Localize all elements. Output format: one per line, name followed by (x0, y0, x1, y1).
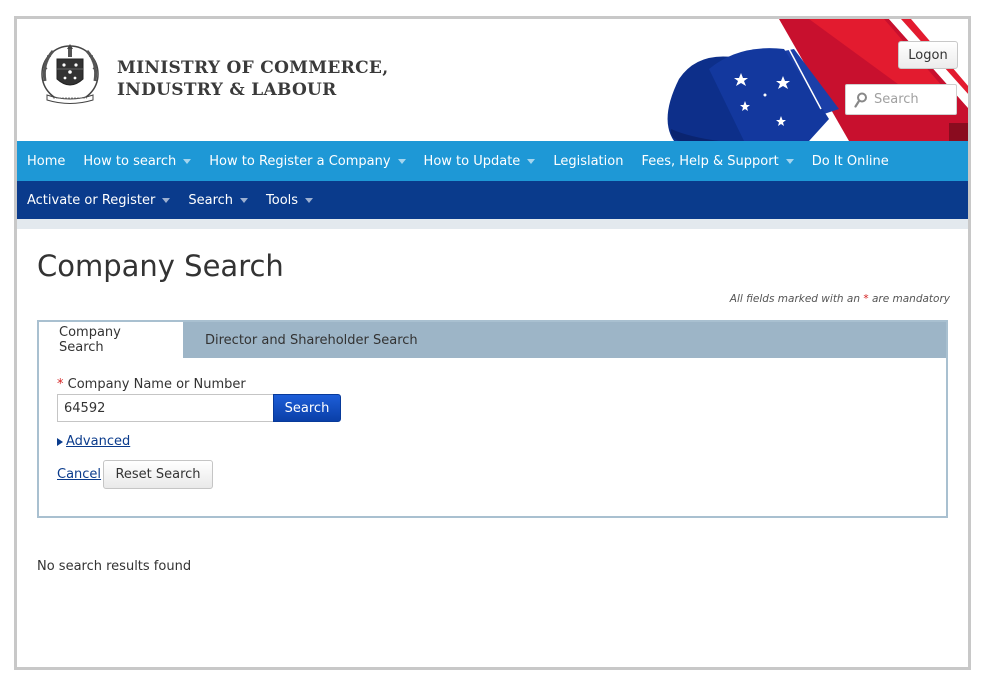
nav-how-to-register[interactable]: How to Register a Company (209, 153, 406, 169)
nav-how-to-search[interactable]: How to search (83, 153, 192, 169)
chevron-down-icon (785, 158, 794, 164)
logon-button[interactable]: Logon (898, 41, 958, 69)
nav-tools-label: Tools (266, 192, 299, 208)
nav-how-to-register-label: How to Register a Company (209, 153, 391, 169)
nav-how-to-search-label: How to search (83, 153, 177, 169)
nav-subbar (17, 219, 968, 229)
advanced-link[interactable]: Advanced (57, 434, 130, 449)
tab-director-shareholder-search[interactable]: Director and Shareholder Search (185, 322, 438, 358)
company-name-label: * Company Name or Number (57, 377, 246, 392)
mandatory-fields-note: All fields marked with an * are mandator… (730, 293, 950, 305)
mandatory-note-after: are mandatory (871, 293, 950, 305)
nav-how-to-update[interactable]: How to Update (424, 154, 536, 169)
reset-search-button[interactable]: Reset Search (103, 460, 213, 489)
samoa-flag-banner-image (667, 19, 968, 141)
nav-do-it-online[interactable]: Do It Online (812, 154, 889, 169)
nav-activate-or-register-label: Activate or Register (27, 192, 156, 208)
coat-of-arms-logo (41, 44, 99, 104)
chevron-down-icon (397, 158, 406, 164)
required-marker: * (863, 293, 869, 305)
chevron-down-icon (183, 158, 192, 164)
required-marker: * (57, 377, 64, 392)
search-button[interactable]: Search (273, 394, 341, 422)
ministry-name: MINISTRY OF COMMERCE, INDUSTRY & LABOUR (117, 57, 417, 101)
mandatory-note-before: All fields marked with an (729, 293, 861, 305)
chevron-down-icon (162, 197, 171, 203)
chevron-down-icon (305, 197, 314, 203)
company-name-input[interactable] (57, 394, 274, 422)
no-results-message: No search results found (37, 559, 192, 574)
advanced-link-label: Advanced (66, 434, 131, 449)
nav-legislation[interactable]: Legislation (553, 154, 623, 169)
site-search-input[interactable] (874, 92, 954, 107)
chevron-down-icon (527, 158, 536, 164)
nav-home[interactable]: Home (27, 154, 65, 169)
cancel-link[interactable]: Cancel (57, 467, 101, 482)
tab-company-search[interactable]: Company Search (39, 322, 183, 358)
nav-home-label: Home (27, 153, 66, 169)
nav-activate-or-register[interactable]: Activate or Register (27, 192, 171, 208)
ministry-name-line1: MINISTRY OF COMMERCE, (117, 58, 389, 78)
ministry-name-line2: INDUSTRY & LABOUR (117, 80, 337, 100)
site-search-box[interactable] (845, 84, 957, 115)
company-name-label-text: Company Name or Number (67, 377, 246, 392)
search-tab-strip: Company Search Director and Shareholder … (39, 322, 946, 358)
nav-how-to-update-label: How to Update (423, 153, 521, 169)
page-title: Company Search (37, 249, 284, 283)
primary-navigation: Home How to search How to Register a Com… (17, 141, 968, 181)
secondary-navigation: Activate or Register Search Tools (17, 181, 968, 219)
triangle-right-icon (57, 437, 63, 446)
nav-tools[interactable]: Tools (266, 192, 314, 208)
page-frame: MINISTRY OF COMMERCE, INDUSTRY & LABOUR (14, 16, 971, 670)
nav-search[interactable]: Search (188, 192, 249, 208)
search-panel: Company Search Director and Shareholder … (37, 320, 948, 518)
nav-search-label: Search (188, 192, 234, 208)
chevron-down-icon (240, 197, 249, 203)
nav-fees-help-support-label: Fees, Help & Support (641, 153, 779, 169)
site-header: MINISTRY OF COMMERCE, INDUSTRY & LABOUR (17, 19, 968, 141)
nav-fees-help-support[interactable]: Fees, Help & Support (641, 153, 794, 169)
nav-do-it-online-label: Do It Online (811, 153, 889, 169)
nav-legislation-label: Legislation (553, 153, 624, 169)
search-icon (854, 92, 867, 108)
